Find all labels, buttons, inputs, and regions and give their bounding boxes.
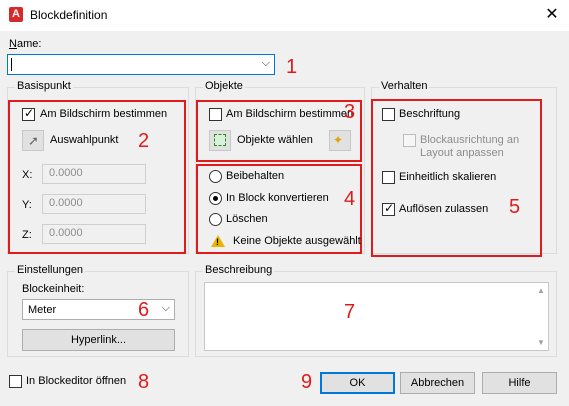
pick-point-label[interactable]: Auswahlpunkt (50, 134, 119, 146)
annotative-label: Beschriftung (399, 108, 461, 120)
help-button[interactable]: Hilfe (482, 372, 557, 394)
objekte-title: Objekte (203, 80, 245, 92)
convert-to-block-label: In Block konvertieren (226, 192, 329, 204)
match-orientation-label: Blockausrichtung an Layout anpassen (420, 134, 520, 159)
ok-button[interactable]: OK (320, 372, 395, 394)
autocad-icon: A (9, 7, 23, 22)
quick-select-icon: ✦ (333, 133, 344, 147)
scale-uniformly-checkbox[interactable] (382, 171, 395, 184)
no-objects-warning: Keine Objekte ausgewählt (233, 235, 361, 247)
open-in-block-editor-checkbox[interactable] (9, 375, 22, 388)
annotation-9: 9 (301, 371, 313, 393)
cancel-button[interactable]: Abbrechen (400, 372, 475, 394)
block-unit-value: Meter (28, 304, 57, 316)
select-objects-label[interactable]: Objekte wählen (237, 134, 313, 146)
annotation-6: 6 (138, 299, 150, 321)
beschreibung-title: Beschreibung (203, 264, 275, 276)
delete-radio[interactable] (209, 213, 222, 226)
match-orientation-checkbox[interactable] (403, 134, 416, 147)
x-label: X: (22, 169, 33, 181)
description-textarea[interactable]: ▲ ▼ (204, 282, 549, 351)
objekte-on-screen-label: Am Bildschirm bestimmen (226, 108, 354, 120)
basispunkt-title: Basispunkt (15, 80, 73, 92)
basispunkt-on-screen-label: Am Bildschirm bestimmen (40, 108, 168, 120)
name-label: Name: (9, 38, 42, 50)
retain-label: Beibehalten (226, 170, 285, 182)
chevron-down-icon: ⌵ (161, 302, 170, 314)
scroll-down-icon[interactable]: ▼ (537, 338, 545, 347)
annotation-5: 5 (509, 196, 521, 218)
annotation-7: 7 (344, 301, 356, 323)
quick-select-button[interactable]: ✦ (329, 130, 351, 151)
open-in-block-editor-label: In Blockeditor öffnen (26, 375, 127, 387)
close-icon[interactable]: ✕ (540, 4, 564, 26)
chevron-down-icon[interactable]: ⌵ (262, 57, 270, 70)
pick-point-button[interactable]: ➚ (22, 130, 44, 151)
basispunkt-on-screen-checkbox[interactable] (22, 106, 35, 121)
einstellungen-title: Einstellungen (15, 264, 86, 276)
annotation-1: 1 (286, 56, 298, 78)
annotative-checkbox[interactable] (382, 108, 395, 121)
block-unit-dropdown[interactable]: Meter ⌵ (22, 299, 175, 320)
verhalten-title: Verhalten (379, 80, 430, 92)
allow-exploding-checkbox[interactable] (382, 201, 395, 216)
annotation-8: 8 (138, 371, 150, 393)
select-objects-icon (214, 134, 226, 146)
select-objects-button[interactable] (209, 130, 231, 151)
annotation-3: 3 (344, 101, 356, 123)
block-unit-label: Blockeinheit: (22, 283, 85, 295)
warning-mark: ! (216, 237, 219, 247)
delete-label: Löschen (226, 213, 268, 225)
objekte-on-screen-checkbox[interactable] (209, 108, 222, 121)
annotation-4: 4 (344, 188, 356, 210)
scroll-up-icon[interactable]: ▲ (537, 286, 545, 295)
window-title: Blockdefinition (30, 8, 108, 22)
annotation-2: 2 (138, 130, 150, 152)
retain-radio[interactable] (209, 170, 222, 183)
y-coordinate-field[interactable]: 0.0000 (42, 194, 146, 214)
block-name-combobox[interactable]: ⌵ (7, 54, 275, 75)
scale-uniformly-label: Einheitlich skalieren (399, 171, 497, 183)
z-coordinate-field[interactable]: 0.0000 (42, 224, 146, 244)
x-coordinate-field[interactable]: 0.0000 (42, 164, 146, 184)
allow-exploding-label: Auflösen zulassen (399, 203, 489, 215)
text-caret (11, 58, 12, 71)
hyperlink-button[interactable]: Hyperlink... (22, 329, 175, 351)
convert-to-block-radio[interactable] (209, 192, 222, 205)
cursor-arrow-icon: ➚ (28, 133, 39, 148)
y-label: Y: (22, 199, 32, 211)
z-label: Z: (22, 229, 32, 241)
name-label-text: ame: (16, 38, 42, 50)
